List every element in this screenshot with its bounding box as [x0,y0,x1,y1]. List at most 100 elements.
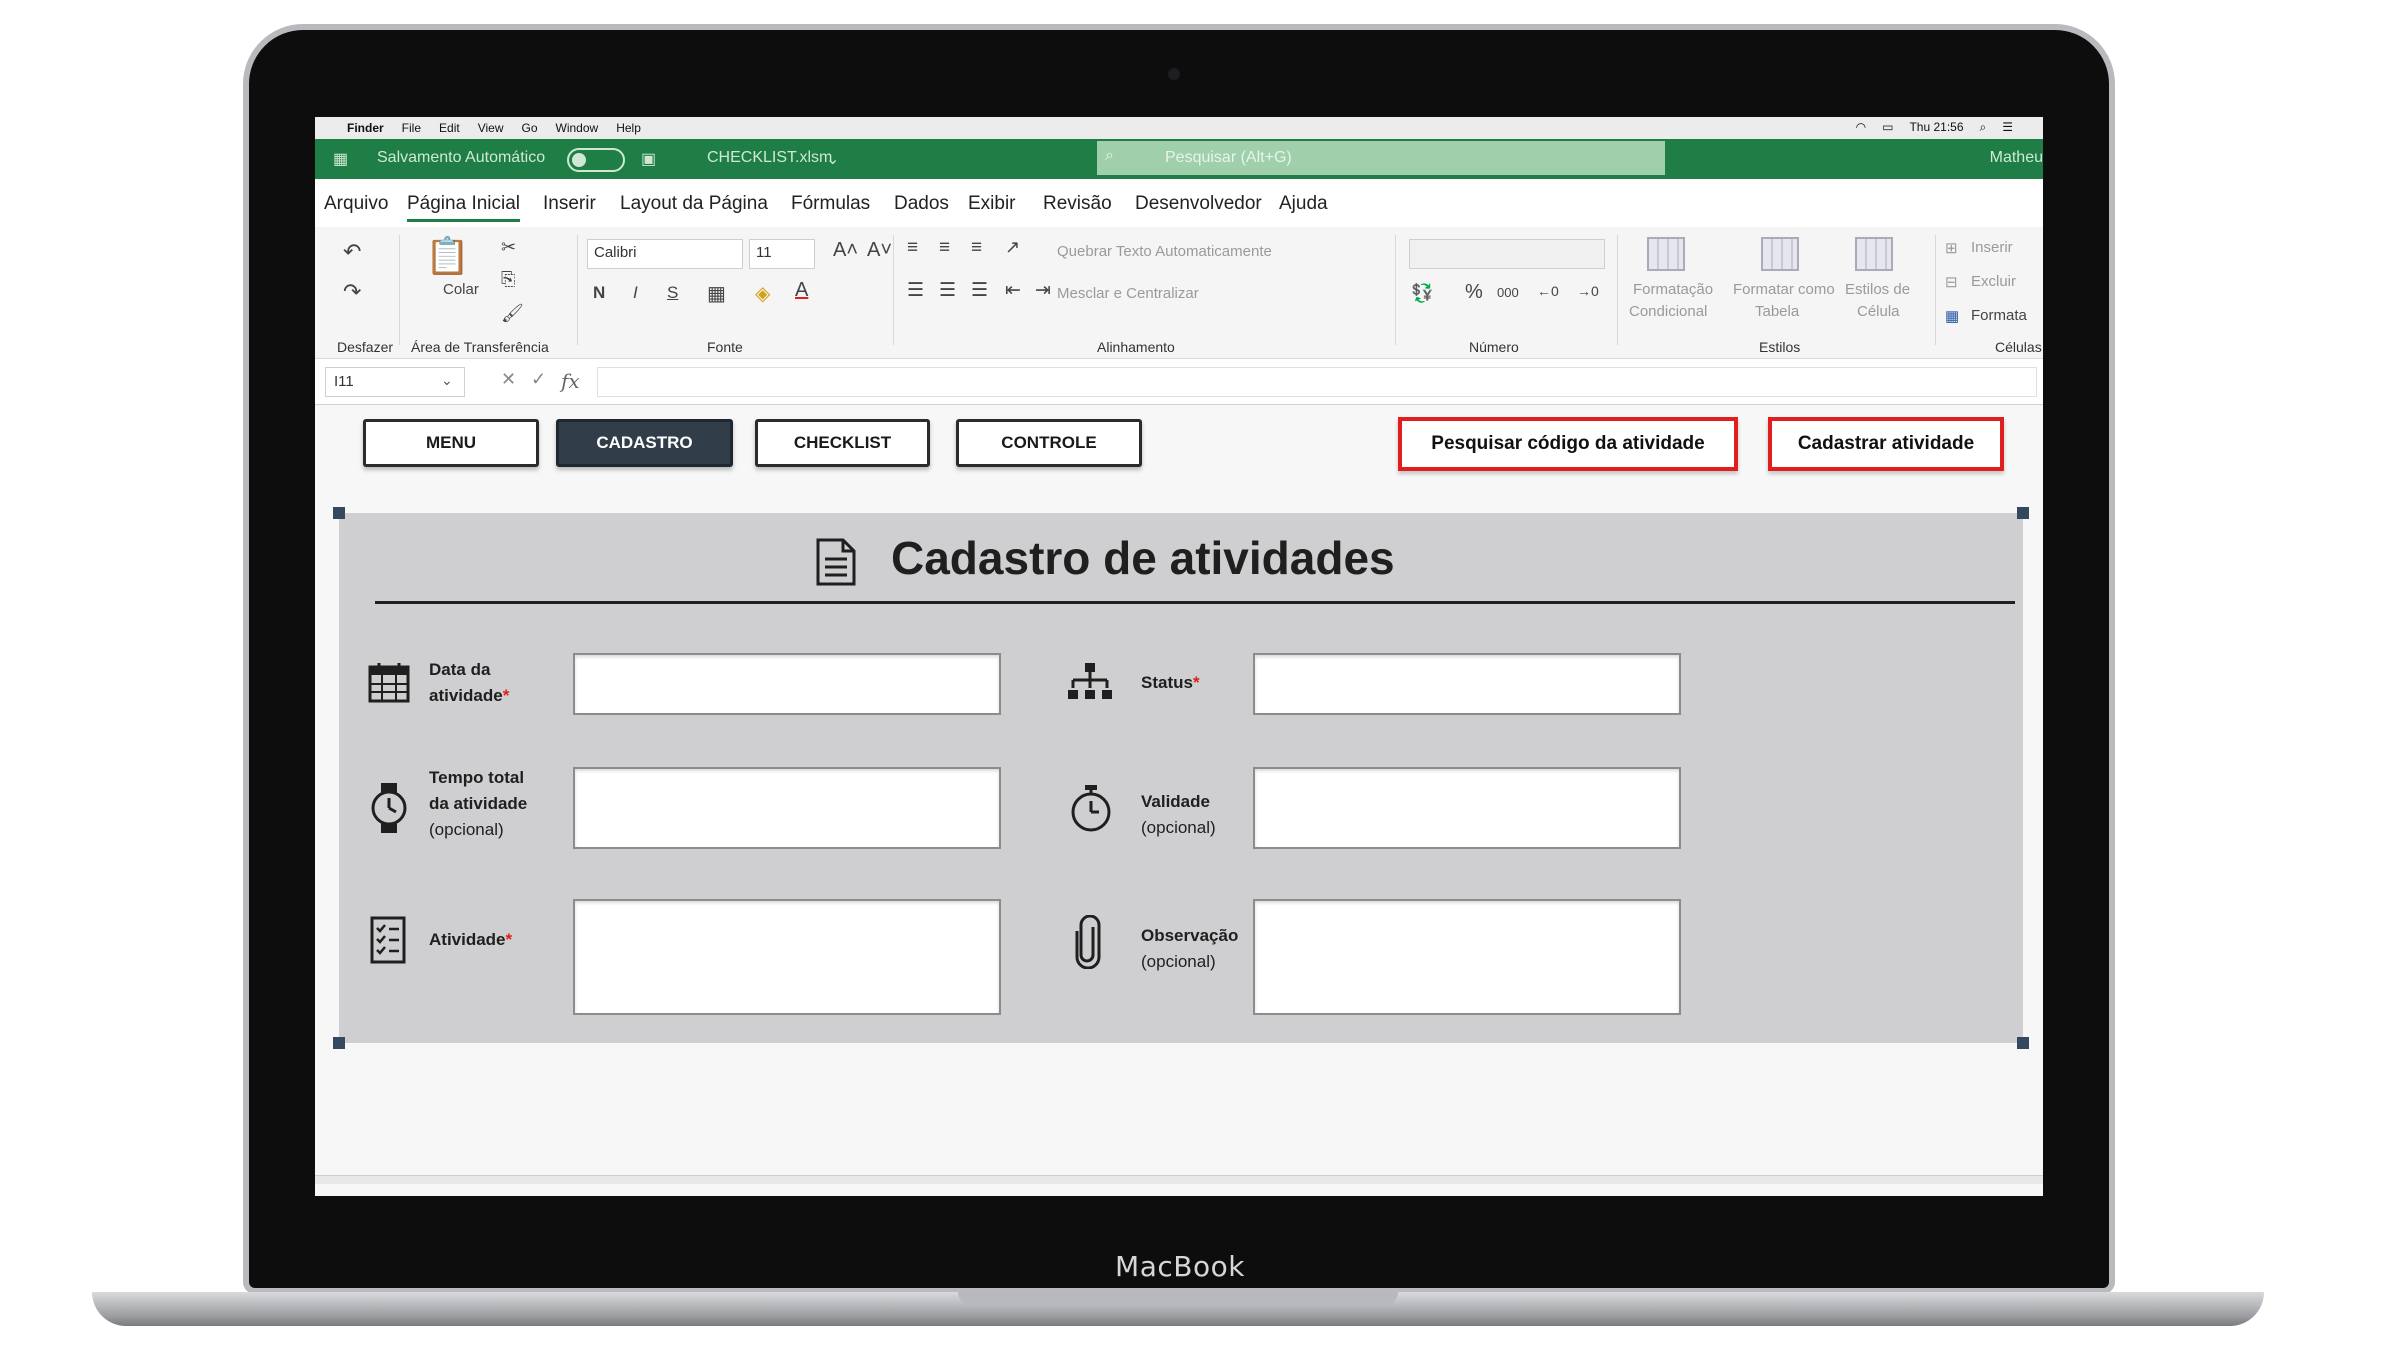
align-top-icon[interactable]: ≡ [907,237,918,259]
undo-icon[interactable]: ↶ [343,239,361,265]
mac-menu-go[interactable]: Go [522,121,538,135]
horizontal-scrollbar[interactable] [315,1175,2043,1184]
controle-nav-button[interactable]: CONTROLE [956,419,1142,467]
decrease-indent-icon[interactable]: ⇤ [1005,279,1021,302]
insert-function-icon[interactable]: fx [561,369,580,393]
autosave-toggle[interactable] [567,148,625,172]
mac-menu-file[interactable]: File [402,121,421,135]
number-format-select[interactable] [1409,239,1605,269]
search-input[interactable]: ⌕ Pesquisar (Alt+G) [1097,141,1665,175]
tab-ajuda[interactable]: Ajuda [1279,193,1328,215]
atividade-field[interactable] [573,899,1001,1015]
fill-color-icon[interactable]: ◈ [755,281,770,306]
wrap-text-button[interactable]: Quebrar Texto Automaticamente [1057,243,1272,260]
grow-font-icon[interactable]: A˄ [833,239,858,262]
menu-nav-button[interactable]: MENU [363,419,539,467]
mac-menu-edit[interactable]: Edit [439,121,460,135]
search-activity-code-button[interactable]: Pesquisar código da atividade [1398,417,1738,471]
save-icon[interactable]: ▣ [641,149,656,169]
mac-menu-window[interactable]: Window [556,121,599,135]
wifi-icon[interactable]: ◠ [1856,120,1866,135]
format-table-icon[interactable] [1761,237,1799,271]
resize-handle[interactable] [333,1037,345,1049]
align-bottom-icon[interactable]: ≡ [971,237,982,259]
tab-inserir[interactable]: Inserir [543,193,596,215]
cut-icon[interactable]: ✂ [501,237,516,258]
tab-dados[interactable]: Dados [894,193,949,215]
align-center-icon[interactable]: ☰ [939,279,956,302]
mac-menu-finder[interactable]: Finder [347,121,384,135]
conditional-format-icon[interactable] [1647,237,1685,271]
delete-cells-icon[interactable]: ⊟ [1945,273,1958,291]
increase-decimal-icon[interactable]: ←0 [1537,283,1559,299]
format-cells-icon[interactable]: ▦ [1945,307,1959,325]
name-box-chevron-icon[interactable]: ⌄ [441,372,453,389]
cell-styles-icon[interactable] [1855,237,1893,271]
data-atividade-field[interactable] [573,653,1001,715]
borders-icon[interactable]: ▦ [707,281,726,306]
insert-cells-icon[interactable]: ⊞ [1945,239,1958,257]
format-table-label-2[interactable]: Tabela [1755,303,1799,320]
redo-icon[interactable]: ↷ [343,279,361,305]
cadastro-nav-button[interactable]: CADASTRO [556,419,733,467]
align-left-icon[interactable]: ☰ [907,279,924,302]
format-cells-button[interactable]: Formata [1971,307,2027,324]
chevron-down-icon[interactable]: ⌄ [826,149,839,169]
thousands-button[interactable]: 000 [1497,285,1519,300]
formula-input[interactable] [597,367,2037,397]
font-color-icon[interactable]: A [795,279,808,302]
font-size-select[interactable]: 11 [749,239,815,269]
format-painter-icon[interactable]: 🖌 [501,303,524,324]
battery-icon[interactable]: ▭ [1882,120,1893,135]
status-field[interactable] [1253,653,1681,715]
insert-cells-button[interactable]: Inserir [1971,239,2013,256]
tab-arquivo[interactable]: Arquivo [324,193,388,215]
align-middle-icon[interactable]: ≡ [939,237,950,259]
bold-button[interactable]: N [593,283,605,303]
file-name[interactable]: CHECKLIST.xlsm [707,149,832,167]
copy-icon[interactable]: ⎘ [501,269,515,290]
cancel-entry-icon[interactable]: ✕ [501,369,516,390]
confirm-entry-icon[interactable]: ✓ [531,369,546,390]
validade-field[interactable] [1253,767,1681,849]
delete-cells-button[interactable]: Excluir [1971,273,2016,290]
mac-menu-view[interactable]: View [478,121,504,135]
format-table-label-1[interactable]: Formatar como [1733,281,1835,298]
tab-formulas[interactable]: Fórmulas [791,193,870,215]
shrink-font-icon[interactable]: A˅ [867,239,892,262]
mac-menu-help[interactable]: Help [616,121,641,135]
cell-styles-label-2[interactable]: Célula [1857,303,1900,320]
clock[interactable]: Thu 21:56 [1909,120,1963,135]
tab-exibir[interactable]: Exibir [968,193,1016,215]
spotlight-icon[interactable]: ⌕ [1980,120,1987,135]
conditional-format-label-2[interactable]: Condicional [1629,303,1707,320]
orientation-icon[interactable]: ↗ [1005,237,1020,258]
percent-button[interactable]: % [1465,281,1483,304]
paste-icon[interactable]: 📋 [425,235,470,277]
paste-label[interactable]: Colar [443,281,479,298]
tab-layout[interactable]: Layout da Página [620,193,768,215]
resize-handle[interactable] [333,507,345,519]
resize-handle[interactable] [2017,1037,2029,1049]
device-brand: MacBook [1115,1250,1245,1283]
decrease-decimal-icon[interactable]: →0 [1577,283,1599,299]
merge-center-button[interactable]: Mesclar e Centralizar [1057,285,1199,302]
align-right-icon[interactable]: ☰ [971,279,988,302]
tab-revisao[interactable]: Revisão [1043,193,1112,215]
font-name-select[interactable]: Calibri [587,239,743,269]
italic-button[interactable]: I [633,283,638,303]
checklist-nav-button[interactable]: CHECKLIST [755,419,930,467]
register-activity-button[interactable]: Cadastrar atividade [1768,417,2004,471]
control-center-icon[interactable]: ☰ [2002,120,2013,135]
tempo-total-field[interactable] [573,767,1001,849]
observacao-field[interactable] [1253,899,1681,1015]
underline-button[interactable]: S [667,283,678,303]
tab-pagina-inicial[interactable]: Página Inicial [407,193,521,222]
resize-handle[interactable] [2017,507,2029,519]
tab-desenvolvedor[interactable]: Desenvolvedor [1135,193,1262,215]
cell-styles-label-1[interactable]: Estilos de [1845,281,1910,298]
currency-icon[interactable]: 💱 [1411,283,1433,304]
user-name[interactable]: Matheu [1990,149,2043,167]
conditional-format-label-1[interactable]: Formatação [1633,281,1713,298]
increase-indent-icon[interactable]: ⇥ [1035,279,1051,302]
